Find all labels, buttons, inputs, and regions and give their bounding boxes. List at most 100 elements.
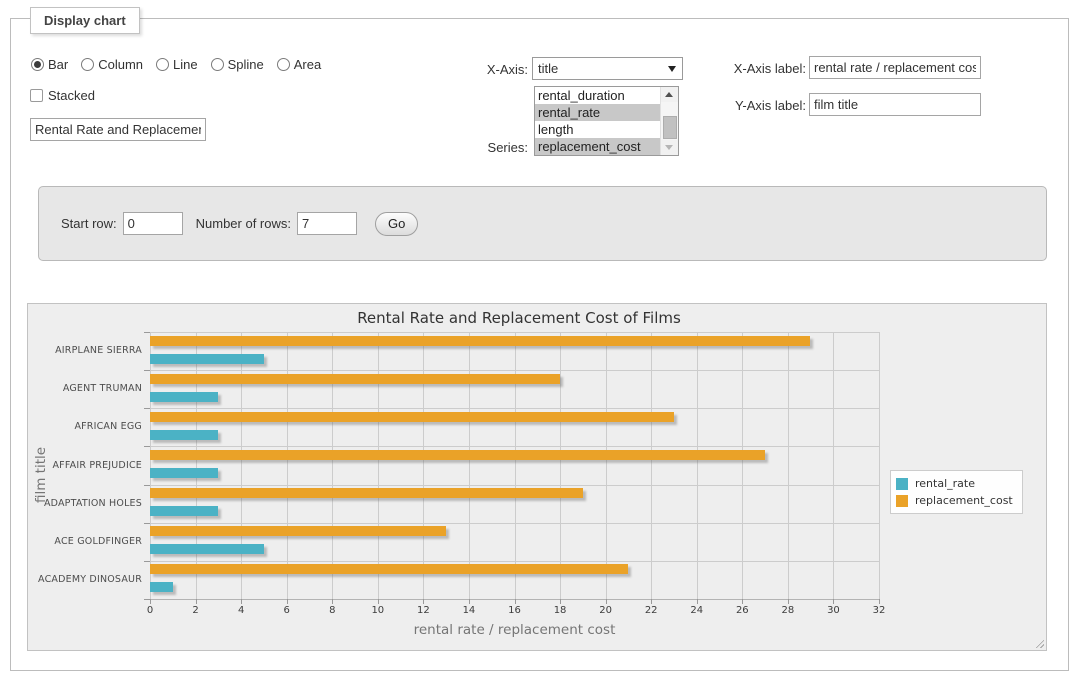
radio-button-icon[interactable] — [277, 58, 290, 71]
x-tick-label: 10 — [363, 605, 393, 616]
chart-type-radio-bar[interactable]: Bar — [31, 57, 68, 72]
radio-label: Area — [294, 57, 321, 72]
x-tick-label: 30 — [818, 605, 848, 616]
stacked-checkbox-row[interactable]: Stacked — [30, 88, 95, 103]
bar-rental_rate — [150, 544, 264, 554]
gridline — [287, 332, 288, 599]
legend-label: replacement_cost — [915, 494, 1013, 507]
radio-button-icon[interactable] — [31, 58, 44, 71]
radio-label: Bar — [48, 57, 68, 72]
series-option-rental_rate[interactable]: rental_rate — [535, 104, 660, 121]
x-tick-label: 20 — [591, 605, 621, 616]
gridline — [150, 561, 879, 562]
radio-button-icon[interactable] — [156, 58, 169, 71]
fieldset-legend: Display chart — [30, 7, 140, 34]
radio-button-icon[interactable] — [211, 58, 224, 71]
display-chart-fieldset: Display chart BarColumnLineSplineArea St… — [10, 18, 1069, 671]
x-tick-label: 4 — [226, 605, 256, 616]
scrollbar-thumb[interactable] — [663, 116, 677, 139]
bar-rental_rate — [150, 506, 218, 516]
y-tick-mark — [144, 523, 150, 524]
bar-rental_rate — [150, 392, 218, 402]
row-range-panel: Start row: Number of rows: Go — [38, 186, 1047, 261]
x-tick-mark — [560, 599, 561, 604]
chart-type-radio-spline[interactable]: Spline — [211, 57, 264, 72]
bar-replacement_cost — [150, 374, 560, 384]
y-tick-mark — [144, 332, 150, 333]
series-multiselect[interactable]: rental_durationrental_ratelengthreplacem… — [534, 86, 679, 156]
gridline — [150, 408, 879, 409]
bar-replacement_cost — [150, 336, 810, 346]
y-tick-mark — [144, 408, 150, 409]
x-axis-select-label: X-Axis: — [431, 62, 528, 77]
radio-label: Line — [173, 57, 198, 72]
resize-handle-icon[interactable] — [1033, 637, 1044, 648]
bar-replacement_cost — [150, 488, 583, 498]
x-tick-label: 32 — [864, 605, 894, 616]
chart-legend: rental_rate replacement_cost — [890, 470, 1023, 514]
y-tick-mark — [144, 370, 150, 371]
y-axis-label-input[interactable] — [809, 93, 981, 116]
gridline — [651, 332, 652, 599]
chart-type-radio-area[interactable]: Area — [277, 57, 321, 72]
gridline — [742, 332, 743, 599]
gridline — [150, 446, 879, 447]
y-category-label: AIRPLANE SIERRA — [28, 345, 142, 356]
legend-swatch-icon — [896, 478, 908, 490]
y-category-label: ACADEMY DINOSAUR — [28, 574, 142, 585]
gridline — [560, 332, 561, 599]
x-tick-mark — [742, 599, 743, 604]
x-tick-label: 16 — [500, 605, 530, 616]
gridline — [378, 332, 379, 599]
start-row-input[interactable] — [123, 212, 183, 235]
go-button[interactable]: Go — [375, 212, 418, 236]
chart-type-radio-column[interactable]: Column — [81, 57, 143, 72]
y-category-label: ACE GOLDFINGER — [28, 536, 142, 547]
gridline — [879, 332, 880, 599]
gridline — [469, 332, 470, 599]
y-tick-mark — [144, 485, 150, 486]
scroll-down-icon[interactable] — [661, 140, 678, 155]
chart-container: Rental Rate and Replacement Cost of Film… — [27, 303, 1047, 651]
radio-button-icon[interactable] — [81, 58, 94, 71]
series-option-rental_duration[interactable]: rental_duration — [535, 87, 660, 104]
y-tick-mark — [144, 446, 150, 447]
x-axis-label-input[interactable] — [809, 56, 981, 79]
chart-title-input[interactable] — [30, 118, 206, 141]
series-option-list: rental_durationrental_ratelengthreplacem… — [535, 87, 660, 155]
gridline — [697, 332, 698, 599]
series-list-label: Series: — [441, 140, 528, 155]
series-option-replacement_cost[interactable]: replacement_cost — [535, 138, 660, 155]
y-axis-label-label: Y-Axis label: — [701, 98, 806, 113]
chart-type-radio-group: Bar Column Line Spline Area — [31, 57, 321, 72]
bar-rental_rate — [150, 582, 173, 592]
x-tick-mark — [469, 599, 470, 604]
x-tick-label: 6 — [272, 605, 302, 616]
chart-y-axis-title: film title — [33, 415, 51, 535]
x-tick-mark — [332, 599, 333, 604]
x-tick-label: 26 — [727, 605, 757, 616]
x-tick-label: 14 — [454, 605, 484, 616]
chart-type-radio-line[interactable]: Line — [156, 57, 198, 72]
chart-plot-area — [150, 332, 879, 599]
start-row-label: Start row: — [61, 216, 117, 231]
x-tick-label: 0 — [135, 605, 165, 616]
x-axis-select[interactable]: title — [532, 57, 683, 80]
bar-replacement_cost — [150, 526, 446, 536]
scroll-up-icon[interactable] — [661, 87, 678, 102]
x-axis-selected-value: title — [538, 61, 558, 76]
num-rows-input[interactable] — [297, 212, 357, 235]
x-tick-mark — [378, 599, 379, 604]
bar-replacement_cost — [150, 564, 628, 574]
gridline — [606, 332, 607, 599]
series-option-length[interactable]: length — [535, 121, 660, 138]
bar-replacement_cost — [150, 412, 674, 422]
x-tick-mark — [606, 599, 607, 604]
x-tick-label: 2 — [181, 605, 211, 616]
x-tick-mark — [833, 599, 834, 604]
stacked-checkbox[interactable] — [30, 89, 43, 102]
gridline — [423, 332, 424, 599]
legend-label: rental_rate — [915, 477, 975, 490]
x-tick-label: 22 — [636, 605, 666, 616]
series-scrollbar[interactable] — [660, 87, 678, 155]
